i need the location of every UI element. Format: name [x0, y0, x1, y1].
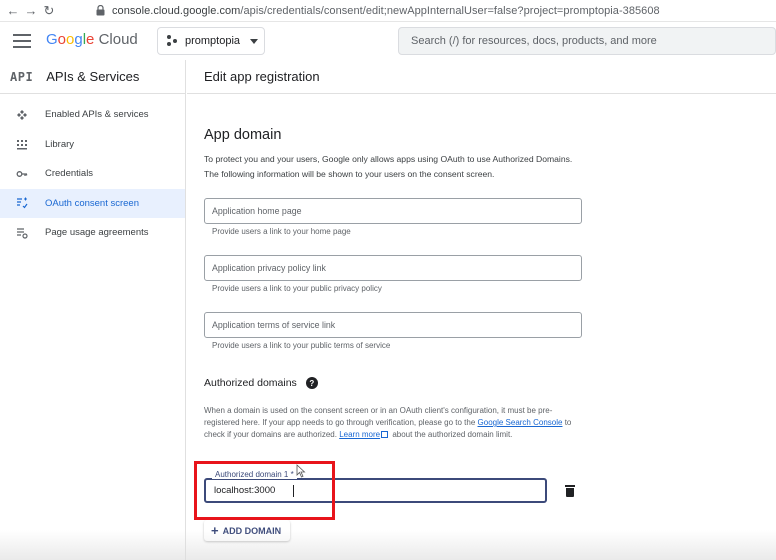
url-text[interactable]: console.cloud.google.com/apis/credential…: [112, 5, 660, 17]
highlight-annotation: [194, 461, 335, 520]
project-name: promptopia: [185, 35, 241, 47]
add-domain-button[interactable]: + ADD DOMAIN: [204, 520, 290, 541]
field-hint: Provide users a link to your home page: [212, 227, 351, 236]
page-title: Edit app registration: [187, 60, 776, 94]
console-header: Google Cloud promptopia Search (/) for r…: [0, 22, 776, 60]
sidebar-item-label: Page usage agreements: [45, 227, 149, 239]
menu-icon[interactable]: [13, 34, 31, 48]
authorized-domains-description: When a domain is used on the consent scr…: [204, 406, 572, 439]
sidebar-item-page-usage-agreements[interactable]: Page usage agreements: [0, 218, 185, 248]
mouse-pointer-icon: [296, 464, 306, 478]
settings-list-icon: [16, 227, 28, 239]
sidebar-header: API APIs & Services: [0, 60, 185, 94]
sidebar-title: APIs & Services: [46, 69, 140, 84]
chevron-down-icon: [250, 38, 259, 44]
privacy-policy-field[interactable]: Application privacy policy link: [204, 255, 582, 281]
forward-arrow-icon[interactable]: →: [22, 2, 40, 20]
field-placeholder: Application privacy policy link: [212, 263, 326, 273]
sidebar-item-library[interactable]: Library: [0, 130, 185, 160]
consent-icon: [16, 197, 28, 209]
app-home-page-field[interactable]: Application home page: [204, 198, 582, 224]
google-search-console-link[interactable]: Google Search Console: [478, 418, 563, 427]
project-picker-button[interactable]: promptopia: [157, 27, 265, 55]
sidebar-item-label: Credentials: [45, 168, 94, 180]
add-domain-label: ADD DOMAIN: [222, 525, 282, 536]
google-cloud-logo[interactable]: Google Cloud: [46, 31, 138, 48]
project-icon: [167, 35, 179, 47]
back-arrow-icon[interactable]: ←: [4, 2, 22, 20]
key-icon: [16, 168, 28, 180]
field-placeholder: Application home page: [212, 206, 302, 216]
plus-icon: +: [211, 523, 219, 538]
sidebar-item-oauth-consent-screen[interactable]: OAuth consent screen: [0, 188, 185, 218]
sidebar-item-label: Library: [45, 138, 75, 150]
search-placeholder: Search (/) for resources, docs, products…: [411, 35, 657, 47]
sidebar-item-credentials[interactable]: Credentials: [0, 159, 185, 189]
search-input[interactable]: Search (/) for resources, docs, products…: [398, 27, 776, 55]
authorized-domains-title: Authorized domains: [204, 377, 297, 389]
api-logo-icon: API: [10, 69, 34, 84]
section-description: To protect you and your users, Google on…: [204, 154, 573, 179]
field-placeholder: Application terms of service link: [212, 320, 336, 330]
library-icon: [16, 138, 28, 150]
help-icon[interactable]: ?: [305, 377, 318, 389]
delete-icon[interactable]: [565, 485, 575, 497]
sidebar: API APIs & Services Enabled APIs & servi…: [0, 60, 186, 560]
sidebar-item-label: Enabled APIs & services: [45, 109, 149, 121]
api-icon: [16, 109, 28, 121]
reload-icon[interactable]: ↻: [40, 2, 58, 20]
field-hint: Provide users a link to your public priv…: [212, 284, 382, 293]
sidebar-item-label: OAuth consent screen: [45, 197, 139, 209]
url-host: console.cloud.google.com: [112, 4, 241, 17]
browser-address-bar: ← → ↻ console.cloud.google.com/apis/cred…: [0, 0, 776, 22]
authorized-domains-heading: Authorized domains ?: [204, 377, 318, 389]
sidebar-item-enabled-apis[interactable]: Enabled APIs & services: [0, 100, 185, 130]
lock-icon[interactable]: [94, 4, 106, 18]
url-path: /apis/credentials/consent/edit;newAppInt…: [240, 4, 660, 17]
terms-of-service-field[interactable]: Application terms of service link: [204, 312, 582, 338]
field-hint: Provide users a link to your public term…: [212, 341, 391, 350]
section-title: App domain: [204, 127, 282, 143]
learn-more-link[interactable]: Learn more: [339, 430, 380, 439]
external-link-icon: [381, 431, 389, 438]
